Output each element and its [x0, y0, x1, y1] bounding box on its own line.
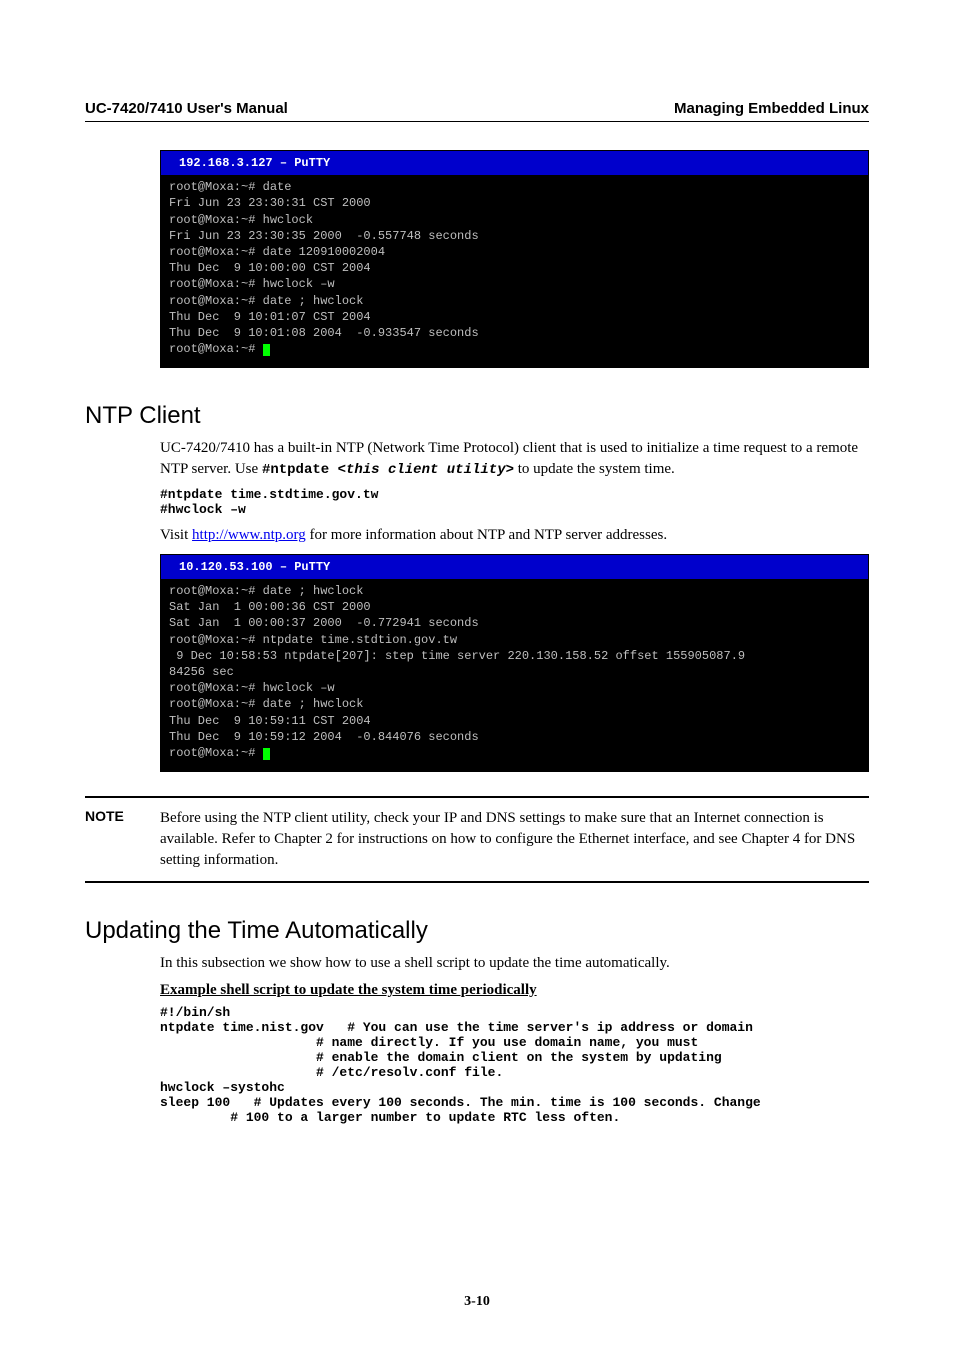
page-header: UC-7420/7410 User's Manual Managing Embe…: [85, 100, 869, 122]
ntp-link[interactable]: http://www.ntp.org: [192, 527, 306, 543]
ntp-cmd-arg: <this client utility>: [338, 462, 514, 478]
term1-line: root@Moxa:~# date ; hwclock: [169, 294, 363, 308]
header-left: UC-7420/7410 User's Manual: [85, 100, 288, 117]
cursor-icon: [263, 748, 270, 760]
upd-content: In this subsection we show how to use a …: [160, 953, 869, 1125]
ntp-content: UC-7420/7410 has a built-in NTP (Network…: [160, 438, 869, 772]
terminal-window: 10.120.53.100 – PuTTY root@Moxa:~# date …: [160, 554, 869, 772]
term1-line: Fri Jun 23 23:30:31 CST 2000: [169, 196, 371, 210]
ntp-code-block: #ntpdate time.stdtime.gov.tw #hwclock –w: [160, 487, 869, 517]
ntp-cmd-prefix: #ntpdate: [262, 462, 338, 478]
page-number: 3-10: [0, 1294, 954, 1310]
ntp-inline-cmd: #ntpdate <this client utility>: [262, 462, 514, 478]
term2-line: Sat Jan 1 00:00:37 2000 -0.772941 second…: [169, 616, 479, 630]
term2-line: 84256 sec: [169, 665, 234, 679]
terminal-window: 192.168.3.127 – PuTTY root@Moxa:~# date …: [160, 150, 869, 368]
upd-code-block: #!/bin/sh ntpdate time.nist.gov # You ca…: [160, 1005, 869, 1125]
ntp-paragraph-2: Visit http://www.ntp.org for more inform…: [160, 525, 869, 546]
terminal-body: root@Moxa:~# date Fri Jun 23 23:30:31 CS…: [161, 175, 868, 367]
terminal-title: 10.120.53.100 – PuTTY: [161, 555, 868, 579]
term1-line: root@Moxa:~#: [169, 342, 263, 356]
term1-line: root@Moxa:~# date 120910002004: [169, 245, 385, 259]
note-block: NOTE Before using the NTP client utility…: [85, 796, 869, 883]
note-label: NOTE: [85, 808, 160, 824]
term2-line: root@Moxa:~#: [169, 746, 263, 760]
terminal-title: 192.168.3.127 – PuTTY: [161, 151, 868, 175]
ntp-p1-b: to update the system time.: [514, 461, 675, 477]
term2-line: Sat Jan 1 00:00:36 CST 2000: [169, 600, 371, 614]
note-body: Before using the NTP client utility, che…: [160, 808, 869, 871]
upd-subheading: Example shell script to update the syste…: [160, 982, 869, 999]
heading-ntp-client: NTP Client: [85, 402, 869, 430]
term1-line: Thu Dec 9 10:01:07 CST 2004: [169, 310, 371, 324]
ntp-p2-b: for more information about NTP and NTP s…: [306, 527, 667, 543]
term1-line: root@Moxa:~# hwclock: [169, 213, 313, 227]
note-rule-bottom: [85, 881, 869, 883]
terminal-block-1: 192.168.3.127 – PuTTY root@Moxa:~# date …: [160, 150, 869, 368]
term2-line: 9 Dec 10:58:53 ntpdate[207]: step time s…: [169, 649, 745, 663]
term2-line: root@Moxa:~# date ; hwclock: [169, 697, 363, 711]
term1-line: Fri Jun 23 23:30:35 2000 -0.557748 secon…: [169, 229, 479, 243]
header-right: Managing Embedded Linux: [674, 100, 869, 117]
term2-line: root@Moxa:~# hwclock –w: [169, 681, 335, 695]
term1-line: Thu Dec 9 10:00:00 CST 2004: [169, 261, 371, 275]
term2-line: Thu Dec 9 10:59:11 CST 2004: [169, 714, 371, 728]
term1-line: root@Moxa:~# date: [169, 180, 291, 194]
term2-line: Thu Dec 9 10:59:12 2004 -0.844076 second…: [169, 730, 479, 744]
heading-updating-time: Updating the Time Automatically: [85, 917, 869, 945]
term2-line: root@Moxa:~# ntpdate time.stdtion.gov.tw: [169, 633, 457, 647]
term1-line: root@Moxa:~# hwclock –w: [169, 277, 335, 291]
term2-line: root@Moxa:~# date ; hwclock: [169, 584, 363, 598]
terminal-body: root@Moxa:~# date ; hwclock Sat Jan 1 00…: [161, 579, 868, 771]
term1-line: Thu Dec 9 10:01:08 2004 -0.933547 second…: [169, 326, 479, 340]
ntp-p2-a: Visit: [160, 527, 192, 543]
ntp-paragraph-1: UC-7420/7410 has a built-in NTP (Network…: [160, 438, 869, 481]
cursor-icon: [263, 344, 270, 356]
page: UC-7420/7410 User's Manual Managing Embe…: [0, 0, 954, 1350]
upd-paragraph-1: In this subsection we show how to use a …: [160, 953, 869, 974]
